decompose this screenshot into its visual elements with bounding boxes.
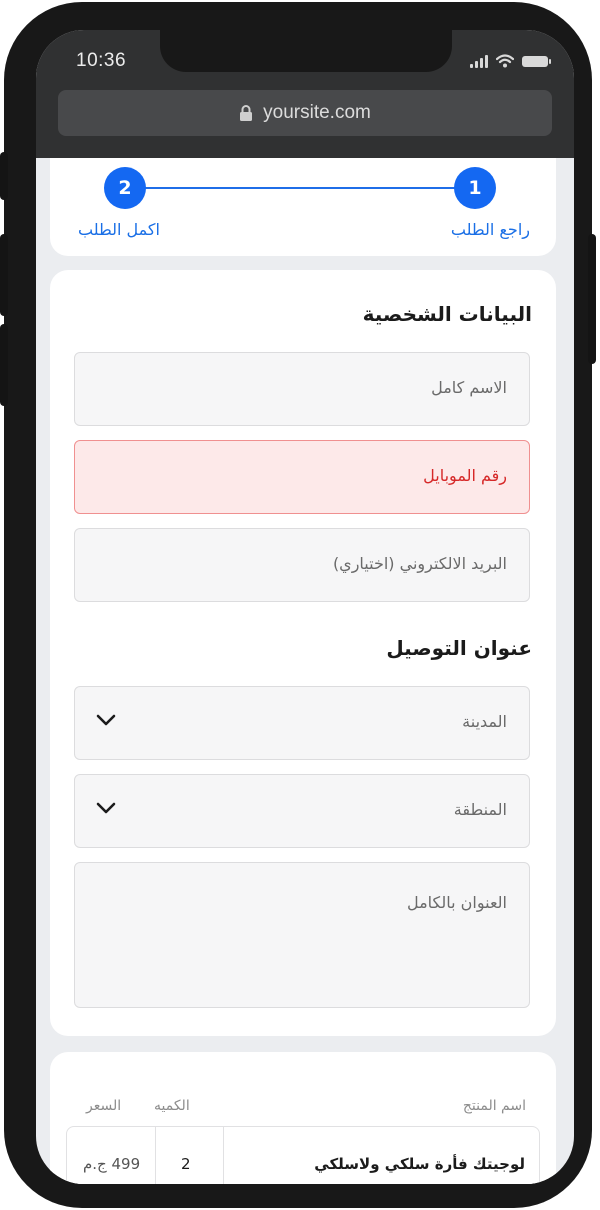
step-2-circle[interactable]: 2 bbox=[104, 167, 146, 209]
order-row: لوجيتك فأرة سلكي ولاسلكي 2 499 ج.م bbox=[66, 1126, 540, 1184]
full-name-placeholder: الاسم كامل bbox=[431, 378, 507, 397]
phone-screen: 10:36 yoursite.com 1 2 راجع الطلب اكمل ا… bbox=[36, 30, 574, 1184]
order-summary-card: اسم المنتج الكميه السعر لوجيتك فأرة سلكي… bbox=[50, 1052, 556, 1184]
chevron-down-icon bbox=[96, 802, 116, 814]
order-product-name: لوجيتك فأرة سلكي ولاسلكي bbox=[314, 1155, 525, 1173]
chevron-down-icon bbox=[96, 714, 116, 726]
volume-up-button bbox=[0, 234, 8, 316]
area-select[interactable]: المنطقة bbox=[74, 774, 530, 848]
personal-data-title: البيانات الشخصية bbox=[362, 302, 532, 326]
phone-frame: 10:36 yoursite.com 1 2 راجع الطلب اكمل ا… bbox=[0, 2, 596, 1208]
status-time: 10:36 bbox=[76, 50, 127, 71]
step-1-label[interactable]: راجع الطلب bbox=[451, 220, 530, 239]
step-1-circle[interactable]: 1 bbox=[454, 167, 496, 209]
signal-icon bbox=[470, 54, 488, 68]
quantity-header: الكميه bbox=[154, 1098, 190, 1114]
wifi-icon bbox=[496, 54, 514, 68]
page-content: 1 2 راجع الطلب اكمل الطلب البيانات الشخص… bbox=[36, 138, 574, 1184]
product-name-header: اسم المنتج bbox=[462, 1098, 526, 1114]
column-divider bbox=[223, 1127, 224, 1184]
mobile-field[interactable]: رقم الموبايل bbox=[74, 440, 530, 514]
order-quantity: 2 bbox=[181, 1155, 191, 1173]
step-2-label[interactable]: اكمل الطلب bbox=[78, 220, 160, 239]
full-address-placeholder: العنوان بالكامل bbox=[406, 893, 507, 912]
url-text: yoursite.com bbox=[263, 102, 371, 123]
battery-icon bbox=[522, 55, 551, 67]
area-placeholder: المنطقة bbox=[453, 800, 507, 819]
full-address-textarea[interactable]: العنوان بالكامل bbox=[74, 862, 530, 1008]
power-button bbox=[588, 234, 596, 364]
city-select[interactable]: المدينة bbox=[74, 686, 530, 760]
status-icons bbox=[470, 54, 551, 68]
stepper-line bbox=[126, 187, 482, 189]
full-name-field[interactable]: الاسم كامل bbox=[74, 352, 530, 426]
price-header: السعر bbox=[86, 1098, 122, 1114]
email-placeholder: البريد الالكتروني (اختياري) bbox=[332, 554, 507, 573]
notch bbox=[160, 30, 452, 72]
city-placeholder: المدينة bbox=[462, 712, 507, 731]
url-bar[interactable]: yoursite.com bbox=[58, 90, 552, 136]
lock-icon bbox=[240, 105, 253, 121]
mute-switch bbox=[0, 152, 8, 200]
email-field[interactable]: البريد الالكتروني (اختياري) bbox=[74, 528, 530, 602]
delivery-address-title: عنوان التوصيل bbox=[386, 636, 532, 660]
checkout-form-card: البيانات الشخصية الاسم كامل رقم الموبايل… bbox=[50, 270, 556, 1036]
volume-down-button bbox=[0, 324, 8, 406]
column-divider bbox=[155, 1127, 156, 1184]
mobile-placeholder: رقم الموبايل bbox=[423, 466, 507, 485]
order-price: 499 ج.م bbox=[83, 1155, 141, 1173]
